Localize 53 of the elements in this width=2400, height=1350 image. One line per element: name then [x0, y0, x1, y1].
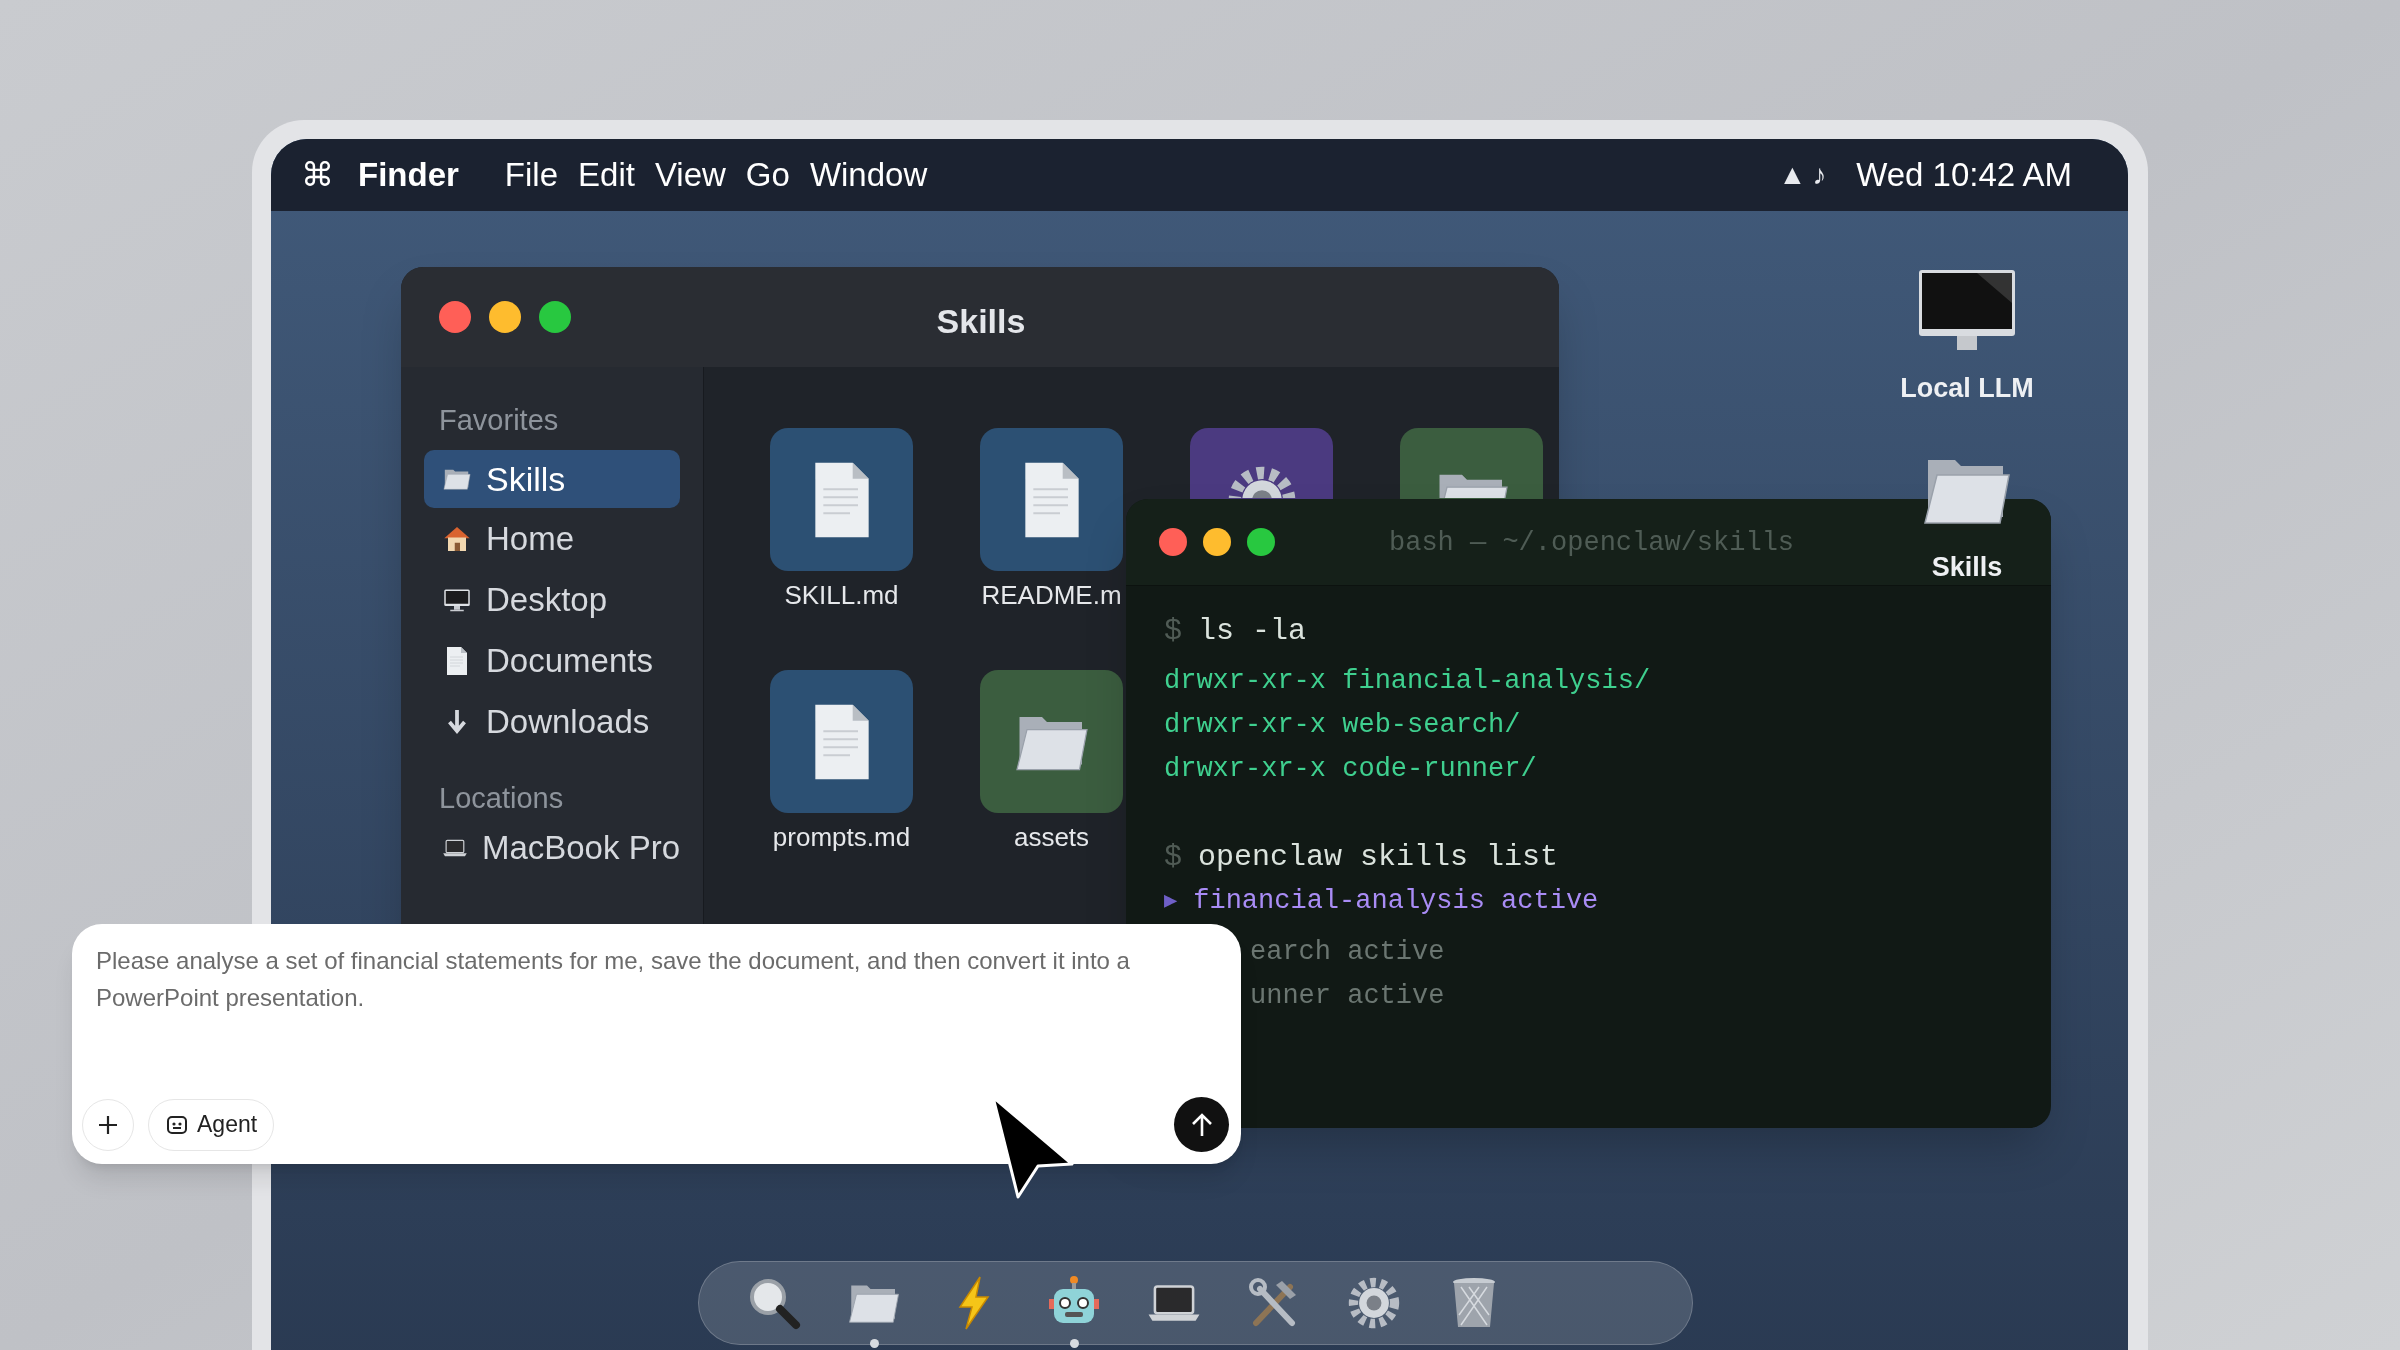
output-line: unner active	[1249, 979, 1445, 1013]
menu-item[interactable]: Edit	[578, 150, 635, 200]
zoom-button[interactable]	[539, 301, 571, 333]
prompt-sign: $	[1164, 612, 1182, 650]
output-line: financial-analysis active	[1193, 884, 1599, 918]
menu-item[interactable]: Window	[809, 150, 928, 200]
send-button[interactable]	[1174, 1097, 1229, 1152]
sidebar-item[interactable]: MacBook Pro	[424, 819, 680, 877]
status-glyph[interactable]: ♪	[1812, 154, 1827, 196]
output-line: earch active	[1249, 935, 1445, 969]
gear-icon[interactable]	[1346, 1275, 1402, 1331]
sidebar-heading: Locations	[438, 781, 565, 817]
file-tile[interactable]	[980, 670, 1123, 813]
sidebar-item[interactable]: Home	[424, 508, 680, 569]
file-tile[interactable]	[980, 428, 1123, 571]
output-line: drwxr-xr-x code-runner/	[1164, 752, 1537, 786]
output-line: drwxr-xr-x web-search/	[1164, 708, 1521, 742]
terminal-title: bash — ~/.openclaw/skills	[1389, 527, 1795, 560]
command-key-menu[interactable]: ⌘	[301, 150, 334, 200]
menu-item[interactable]: View	[654, 150, 726, 200]
minimize-button[interactable]	[1203, 528, 1231, 556]
close-button[interactable]	[1159, 528, 1187, 556]
sidebar-item[interactable]: Downloads	[424, 691, 680, 752]
file-name: SKILL.md	[784, 579, 899, 612]
file-tile[interactable]	[770, 428, 913, 571]
minimize-button[interactable]	[489, 301, 521, 333]
sidebar-item[interactable]: Skills	[424, 450, 680, 508]
arrow-marker: ▶	[1164, 887, 1178, 916]
menu-item[interactable]: File	[504, 150, 559, 200]
status-glyph[interactable]: ▲	[1778, 154, 1807, 196]
zoom-button[interactable]	[1247, 528, 1275, 556]
command-text: ls -la	[1198, 612, 1307, 650]
close-button[interactable]	[439, 301, 471, 333]
window-title: Skills	[935, 301, 1027, 342]
prompt-text[interactable]: Please analyse a set of financial statements for me, save the document, and then convert it into a PowerPoint presentation.	[96, 942, 1217, 1016]
sidebar-item[interactable]: Documents	[424, 630, 680, 691]
file-tile[interactable]	[1400, 428, 1543, 499]
file-tile[interactable]	[770, 670, 913, 813]
file-tile[interactable]	[1190, 428, 1333, 499]
file-name: README.m	[981, 579, 1122, 612]
app-name-menu[interactable]: Finder	[358, 150, 459, 200]
prompt-sign: $	[1164, 838, 1182, 876]
sidebar-heading: Favorites	[438, 403, 560, 439]
desktop-icon-label[interactable]: Skills	[1931, 546, 2003, 587]
plus-icon	[97, 1113, 119, 1136]
file-name: prompts.md	[772, 821, 911, 854]
command-text: openclaw skills list	[1198, 838, 1559, 876]
menu-item[interactable]: Go	[745, 150, 790, 200]
clock[interactable]: Wed 10:42 AM	[1856, 150, 2072, 200]
sidebar-item[interactable]: Desktop	[424, 569, 680, 630]
file-name: assets	[1013, 821, 1090, 854]
desktop-icon-label[interactable]: Local LLM	[1900, 368, 2034, 409]
output-line: drwxr-xr-x financial-analysis/	[1164, 664, 1651, 698]
